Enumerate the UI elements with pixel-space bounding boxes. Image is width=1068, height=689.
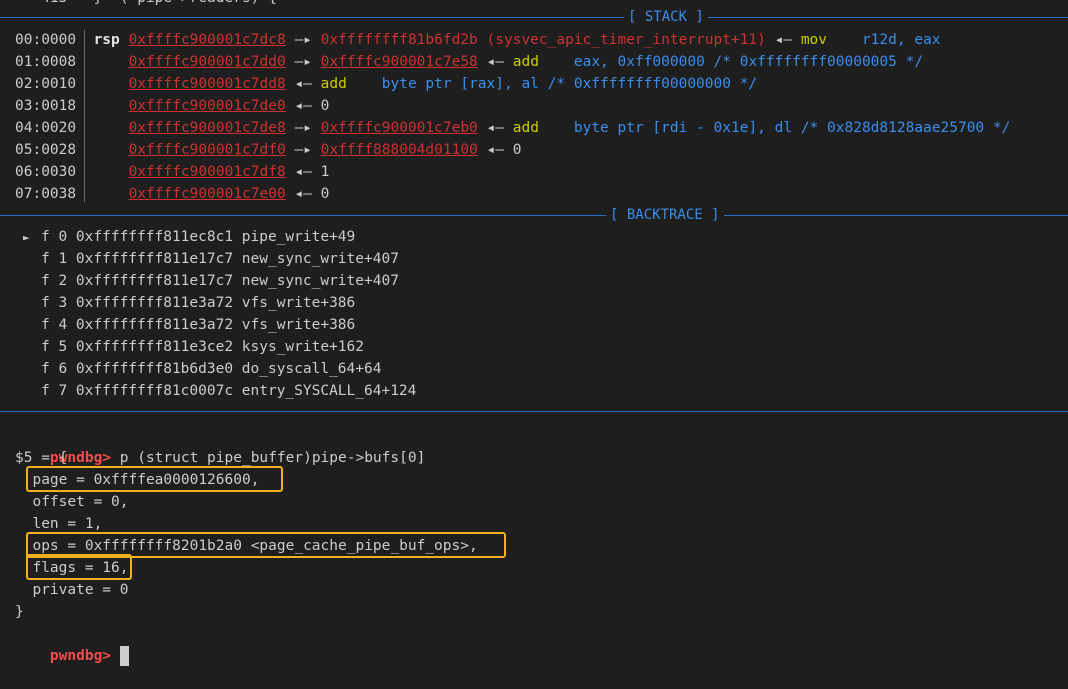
result-close: }: [15, 604, 24, 620]
arrow-icon: ◂—: [486, 142, 504, 158]
frame-text: f 1 0xffffffff811e17c7 new_sync_write+40…: [41, 251, 399, 267]
stack-address: 0xffffc900001c7e00: [128, 186, 286, 202]
stack-address: 0xffffc900001c7de0: [128, 98, 286, 114]
instruction-mnemonic: add: [512, 120, 539, 136]
stack-address: 0xffffc900001c7dd8: [128, 76, 286, 92]
backtrace-title: [ BACKTRACE ]: [606, 206, 724, 224]
value: 1: [320, 164, 330, 180]
instruction-operands: r12d, eax: [861, 32, 941, 48]
highlight-flags: [26, 554, 132, 580]
stack-row: 02:0010 0xffffc900001c7dd8 ◂— add byte p…: [15, 73, 757, 95]
frame-text: f 7 0xffffffff81c0007c entry_SYSCALL_64+…: [41, 383, 417, 399]
stack-offset: 01:0008: [15, 54, 77, 70]
struct-field: private = 0: [15, 582, 129, 598]
current-frame-marker-icon: [23, 315, 41, 337]
top-partial-line: 415 } ( pipe->readers) {: [15, 0, 277, 9]
stack-address: 0xffffc900001c7de8: [128, 120, 286, 136]
stack-offset: 05:0028: [15, 142, 77, 158]
prompt-2: pwndbg>: [49, 648, 112, 664]
current-frame-marker-icon: [23, 271, 41, 293]
stack-address: 0xffffc900001c7dd0: [128, 54, 286, 70]
stack-separator: [0, 17, 1068, 18]
stack-row: 03:0018 0xffffc900001c7de0 ◂— 0: [15, 95, 329, 117]
value: 0: [320, 186, 330, 202]
stack-offset: 06:0030: [15, 164, 77, 180]
symbol-name: (sysvec_apic_timer_interrupt+11): [486, 32, 766, 48]
arrow-icon: ◂—: [294, 186, 312, 202]
arrow-icon: ◂—: [294, 76, 312, 92]
arrow-icon: ◂—: [294, 98, 312, 114]
backtrace-frame[interactable]: f 7 0xffffffff81c0007c entry_SYSCALL_64+…: [23, 380, 416, 402]
stack-offset: 04:0020: [15, 120, 77, 136]
value: 0: [512, 142, 522, 158]
backtrace-frame[interactable]: f 3 0xffffffff811e3a72 vfs_write+386: [23, 292, 355, 314]
current-frame-marker-icon: [23, 249, 41, 271]
arrow-icon: ◂—: [294, 164, 312, 180]
stack-address: 0xffffc900001c7df0: [128, 142, 286, 158]
frame-text: f 0 0xffffffff811ec8c1 pipe_write+49: [41, 229, 356, 245]
backtrace-frame[interactable]: f 5 0xffffffff811e3ce2 ksys_write+162: [23, 336, 364, 358]
command-line: pwndbg> p (struct pipe_buffer)pipe->bufs…: [15, 425, 425, 466]
backtrace-frame[interactable]: f 2 0xffffffff811e17c7 new_sync_write+40…: [23, 270, 399, 292]
stack-address: 0xffffc900001c7df8: [128, 164, 286, 180]
arrow-icon: —▸: [294, 120, 312, 136]
pointer-value: 0xffffffff81b6fd2b: [320, 32, 478, 48]
stack-column-divider: [84, 30, 85, 202]
frame-text: f 2 0xffffffff811e17c7 new_sync_write+40…: [41, 273, 399, 289]
current-frame-marker-icon: [23, 381, 41, 403]
pointer-value: 0xffff888004d01100: [320, 142, 478, 158]
input-line[interactable]: pwndbg>: [15, 623, 129, 666]
arrow-icon: —▸: [294, 54, 312, 70]
stack-row: 01:0008 0xffffc900001c7dd0 —▸ 0xffffc900…: [15, 51, 923, 73]
highlight-page: [26, 466, 283, 492]
terminal[interactable]: 415 } ( pipe->readers) { [ STACK ] 00:00…: [0, 0, 1068, 666]
instruction-operands: byte ptr [rdi - 0x1e], dl /* 0x828d8128a…: [573, 120, 1011, 136]
value: 0: [320, 98, 330, 114]
arrow-icon: ◂—: [486, 120, 504, 136]
arrow-icon: ◂—: [774, 32, 793, 48]
backtrace-frame[interactable]: f 1 0xffffffff811e17c7 new_sync_write+40…: [23, 248, 399, 270]
stack-row: 05:0028 0xffffc900001c7df0 —▸ 0xffff8880…: [15, 139, 521, 161]
instruction-mnemonic: add: [512, 54, 539, 70]
console-separator: [0, 411, 1068, 412]
text-cursor: [119, 646, 129, 666]
instruction-mnemonic: add: [320, 76, 347, 92]
instruction-operands: eax, 0xff000000 /* 0xffffffff00000005 */: [573, 54, 924, 70]
backtrace-frame[interactable]: f 6 0xffffffff81b6d3e0 do_syscall_64+64: [23, 358, 381, 380]
instruction-mnemonic: mov: [800, 32, 828, 48]
register-label: rsp: [93, 32, 120, 48]
current-frame-marker-icon: [23, 337, 41, 359]
stack-row: 04:0020 0xffffc900001c7de8 —▸ 0xffffc900…: [15, 117, 1010, 139]
pointer-value: 0xffffc900001c7eb0: [320, 120, 478, 136]
arrow-icon: ◂—: [486, 54, 504, 70]
frame-text: f 3 0xffffffff811e3a72 vfs_write+386: [41, 295, 356, 311]
stack-row: 07:0038 0xffffc900001c7e00 ◂— 0: [15, 183, 329, 205]
frame-text: f 4 0xffffffff811e3a72 vfs_write+386: [41, 317, 356, 333]
current-frame-marker-icon: [23, 293, 41, 315]
stack-row: 06:0030 0xffffc900001c7df8 ◂— 1: [15, 161, 329, 183]
frame-text: f 5 0xffffffff811e3ce2 ksys_write+162: [41, 339, 365, 355]
current-frame-marker-icon: ►: [23, 231, 30, 244]
stack-address: 0xffffc900001c7dc8: [128, 32, 286, 48]
arrow-icon: —▸: [294, 32, 312, 48]
pointer-value: 0xffffc900001c7e58: [320, 54, 478, 70]
struct-field: offset = 0,: [15, 494, 129, 510]
current-frame-marker-icon: [23, 359, 41, 381]
stack-title: [ STACK ]: [624, 8, 708, 26]
backtrace-frame[interactable]: ► f 0 0xffffffff811ec8c1 pipe_write+49: [23, 226, 355, 248]
backtrace-frame[interactable]: f 4 0xffffffff811e3a72 vfs_write+386: [23, 314, 355, 336]
stack-row: 00:0000 rsp 0xffffc900001c7dc8 —▸ 0xfffff…: [15, 29, 941, 51]
stack-offset: 07:0038: [15, 186, 77, 202]
stack-offset: 00:0000: [15, 32, 77, 48]
command-text: p (struct pipe_buffer)pipe->bufs[0]: [111, 450, 426, 466]
frame-text: f 6 0xffffffff81b6d3e0 do_syscall_64+64: [41, 361, 382, 377]
instruction-operands: byte ptr [rax], al /* 0xffffffff00000000…: [381, 76, 758, 92]
stack-offset: 02:0010: [15, 76, 77, 92]
arrow-icon: —▸: [294, 142, 312, 158]
backtrace-separator: [0, 215, 1068, 216]
stack-offset: 03:0018: [15, 98, 77, 114]
